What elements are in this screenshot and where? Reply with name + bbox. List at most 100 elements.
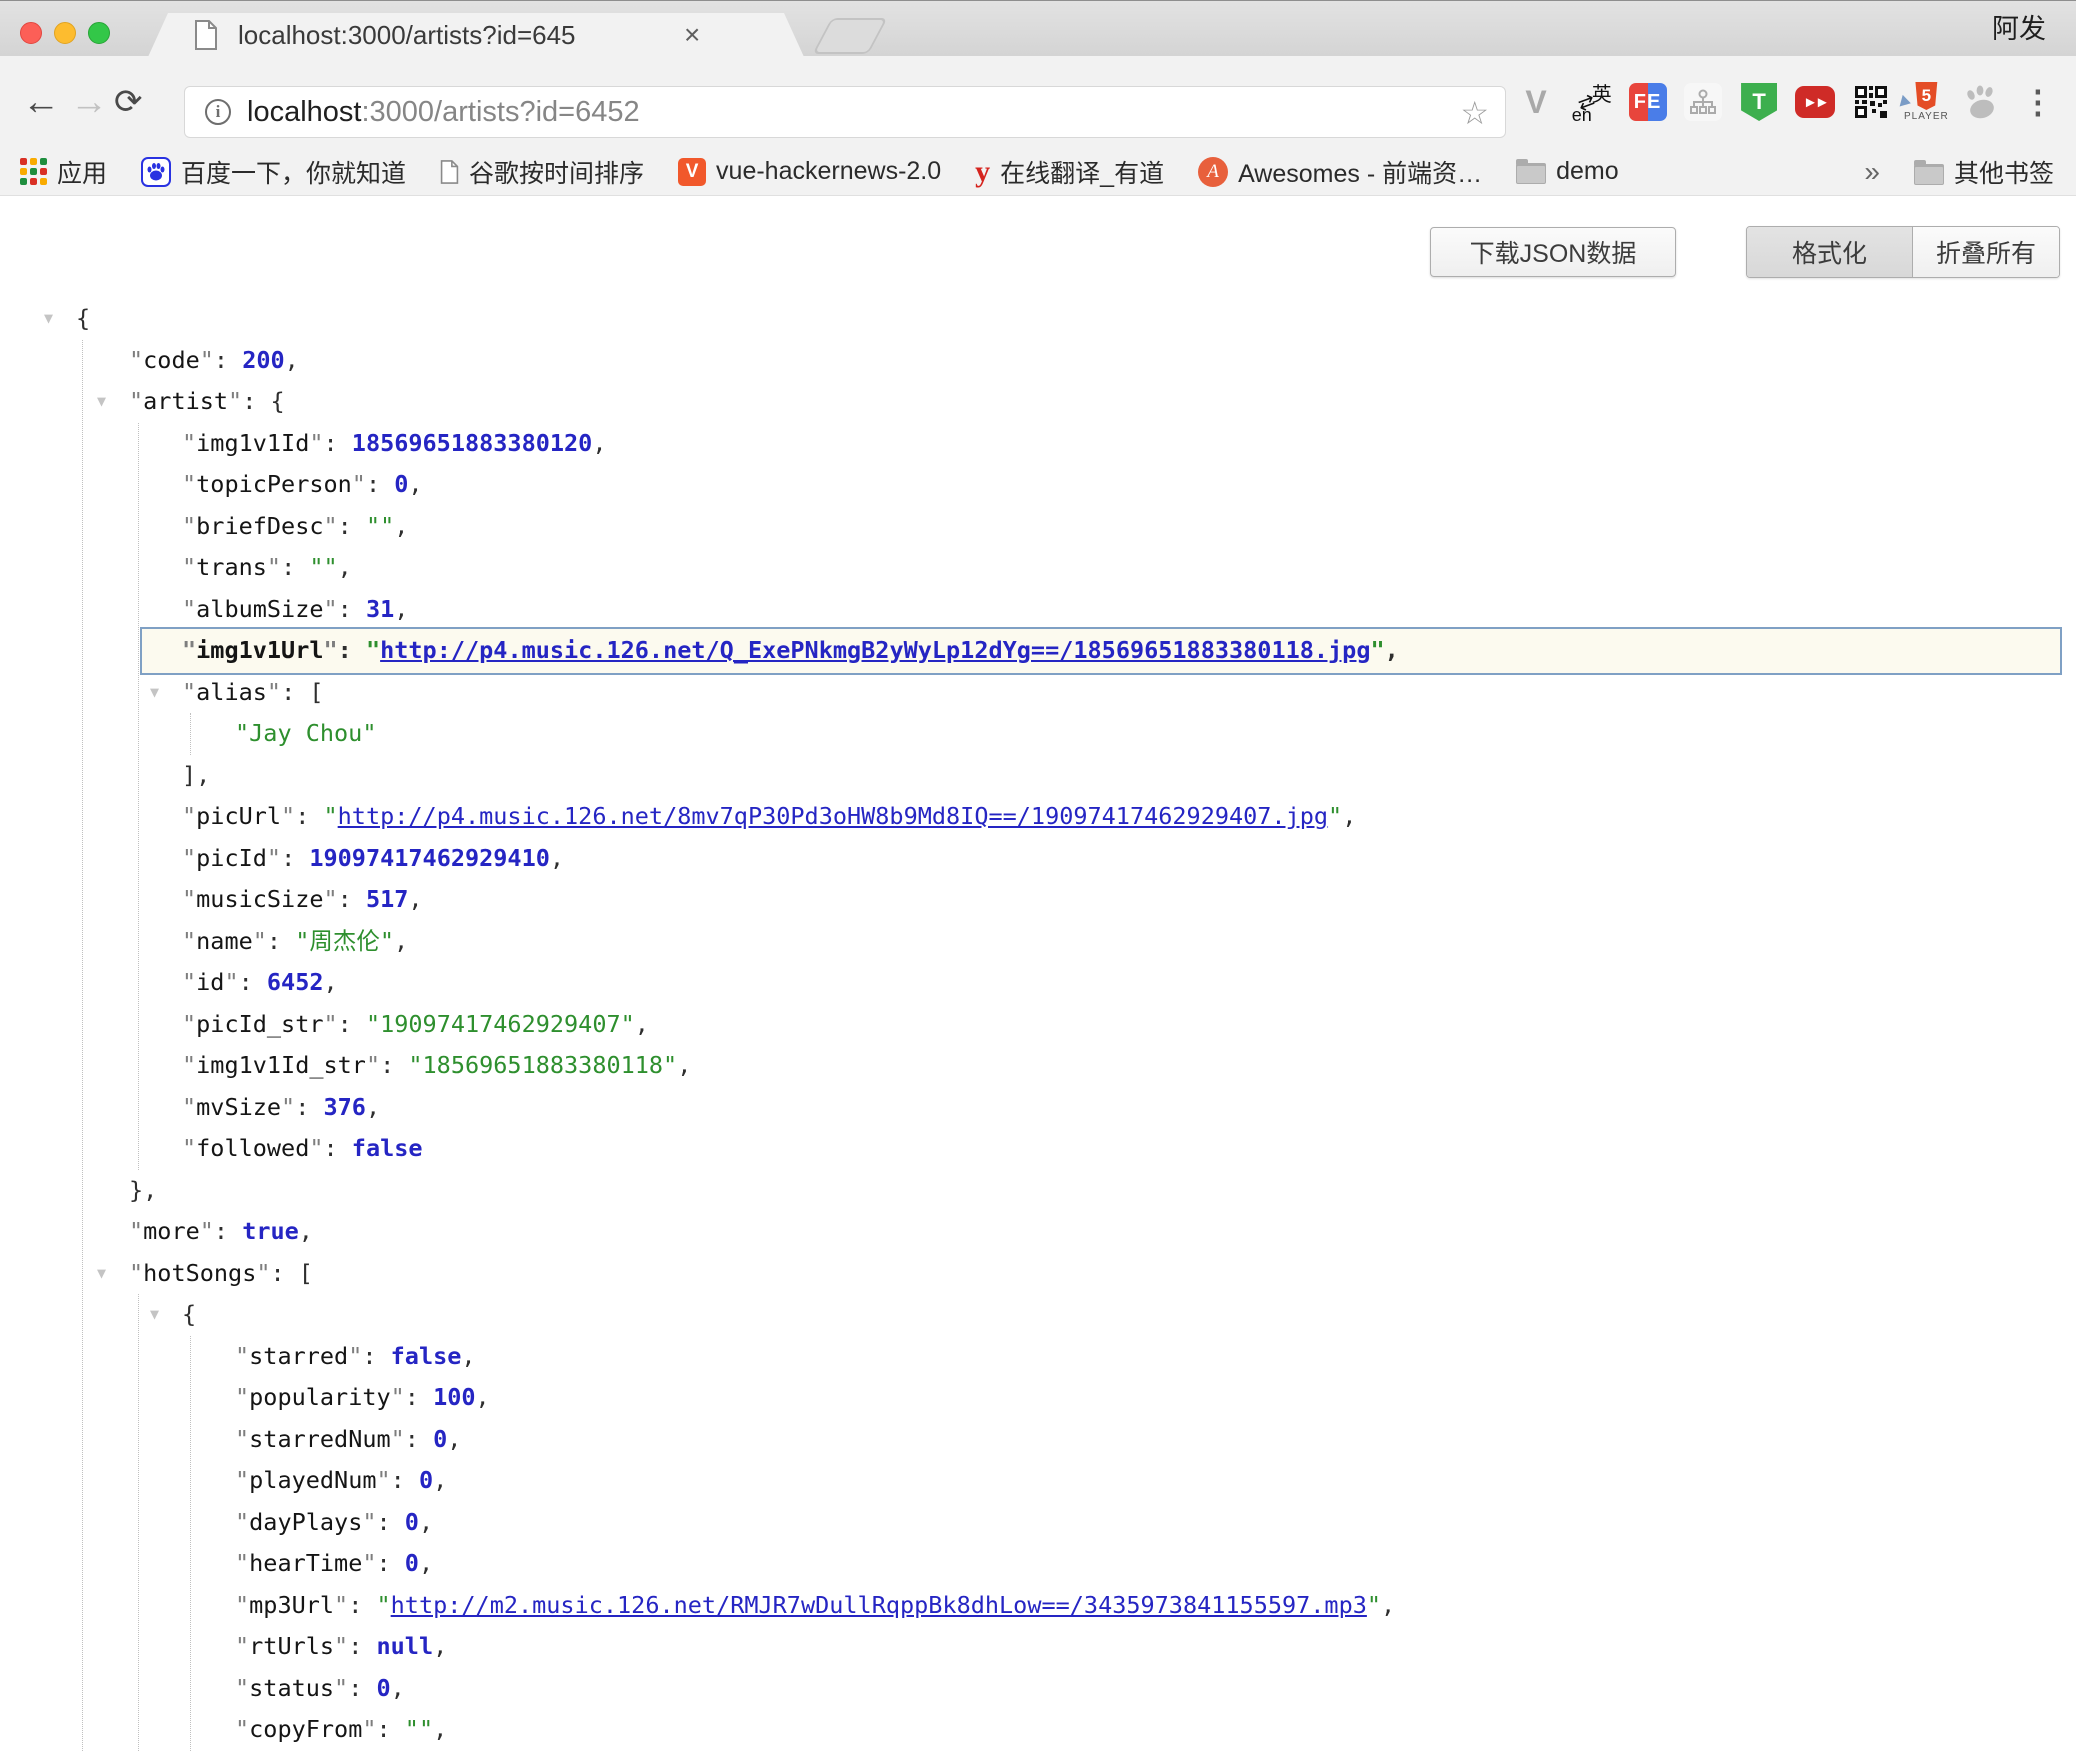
json-punctuation: ": [235, 1466, 249, 1494]
json-punctuation: ": [235, 1715, 249, 1743]
json-punctuation: :: [348, 1591, 376, 1619]
json-punctuation: ": [235, 1674, 249, 1702]
json-line: "img1v1Url": "http://p4.music.126.net/Q_…: [0, 630, 2076, 672]
collapse-triangle[interactable]: ▼: [150, 672, 159, 714]
json-punctuation: ": [235, 1383, 249, 1411]
collapse-triangle[interactable]: ▼: [44, 298, 53, 340]
json-key: dayPlays: [249, 1508, 362, 1536]
vue-icon: V: [678, 158, 706, 186]
json-punctuation: ,: [433, 1632, 447, 1660]
json-key: trans: [196, 553, 267, 581]
bookmarks-overflow-chevron[interactable]: »: [1864, 156, 1880, 188]
json-punctuation: ": [366, 636, 380, 664]
json-key: mvSize: [196, 1093, 281, 1121]
json-link[interactable]: http://p4.music.126.net/8mv7qP30Pd3oHW8b…: [338, 802, 1328, 830]
json-punctuation: ": [182, 885, 196, 913]
json-key: picId_str: [196, 1010, 323, 1038]
json-link[interactable]: http://p4.music.126.net/Q_ExePNkmgB2yWyL…: [380, 636, 1370, 664]
fast-forward-extension-icon[interactable]: ►►: [1795, 76, 1835, 128]
collapse-triangle[interactable]: ▼: [150, 1294, 159, 1336]
json-line: "hearTime": 0,: [0, 1543, 2076, 1585]
bookmark-item-youdao[interactable]: y 在线翻译_有道: [975, 154, 1164, 190]
json-punctuation: :: [267, 927, 295, 955]
json-punctuation: ": [1370, 636, 1384, 664]
profile-name[interactable]: 阿发: [1992, 1, 2046, 57]
json-line: "trans": "",: [0, 547, 2076, 589]
bookmark-star-icon[interactable]: ☆: [1460, 87, 1489, 139]
json-punctuation: ": [391, 1425, 405, 1453]
json-punctuation: ": [235, 1591, 249, 1619]
json-value: 376: [324, 1093, 366, 1121]
minimize-window-button[interactable]: [54, 22, 76, 44]
json-punctuation: ": [224, 968, 238, 996]
json-punctuation: ": [377, 1591, 391, 1619]
json-punctuation: ,: [433, 1466, 447, 1494]
back-button[interactable]: ←: [22, 56, 60, 148]
json-punctuation: :: [295, 802, 323, 830]
json-key: briefDesc: [196, 512, 323, 540]
json-punctuation: ": [200, 1217, 214, 1245]
download-json-button[interactable]: 下载JSON数据: [1430, 227, 1676, 277]
sitemap-extension-icon[interactable]: [1683, 76, 1723, 128]
json-punctuation: :: [281, 553, 309, 581]
paw-extension-icon[interactable]: [1962, 76, 2002, 128]
json-punctuation: ": [182, 470, 196, 498]
url-bar[interactable]: i localhost:3000/artists?id=6452 ☆: [184, 86, 1506, 138]
collapse-triangle[interactable]: ▼: [97, 1253, 106, 1295]
json-punctuation: ,: [419, 1549, 433, 1577]
json-viewer: ▼{"code": 200,▼"artist": {"img1v1Id": 18…: [0, 298, 2076, 1754]
json-punctuation: ": [182, 512, 196, 540]
url-text[interactable]: localhost:3000/artists?id=6452: [247, 96, 640, 129]
format-button[interactable]: 格式化: [1747, 227, 1913, 277]
json-key: status: [249, 1674, 334, 1702]
json-line: "copyFrom": "",: [0, 1709, 2076, 1751]
bookmark-item-vue-hackernews[interactable]: V vue-hackernews-2.0: [678, 157, 941, 186]
site-info-icon[interactable]: i: [205, 99, 231, 125]
json-punctuation: ": [182, 927, 196, 955]
close-window-button[interactable]: [20, 22, 42, 44]
json-punctuation: ,: [394, 927, 408, 955]
json-value: 31: [366, 595, 394, 623]
tab-close-icon[interactable]: ×: [684, 21, 700, 49]
collapse-triangle[interactable]: ▼: [97, 381, 106, 423]
json-key: picUrl: [196, 802, 281, 830]
new-tab-button[interactable]: [812, 18, 887, 54]
json-punctuation: ,: [391, 1674, 405, 1702]
qrcode-extension-icon[interactable]: [1851, 76, 1891, 128]
bookmark-other-folder[interactable]: 其他书签: [1914, 154, 2054, 190]
json-open-bracket: {: [182, 1300, 196, 1328]
json-link[interactable]: http://m2.music.126.net/RMJR7wDullRqppBk…: [391, 1591, 1367, 1619]
json-punctuation: ": [182, 636, 196, 664]
json-punctuation: ": [1328, 802, 1342, 830]
bookmark-item-google-sort[interactable]: 谷歌按时间排序: [440, 154, 644, 190]
browser-tab[interactable]: localhost:3000/artists?id=645 ×: [148, 13, 804, 57]
json-key: rtUrls: [249, 1632, 334, 1660]
html5-player-extension-icon[interactable]: 5 PLAYER: [1906, 76, 1946, 128]
json-line: "mvSize": 376,: [0, 1087, 2076, 1129]
json-punctuation: ": [267, 844, 281, 872]
translate-extension-icon[interactable]: 英 ⇄ en: [1572, 76, 1612, 128]
bookmark-item-baidu[interactable]: 百度一下，你就知道: [141, 154, 406, 190]
json-value: "18569651883380118": [408, 1051, 677, 1079]
reload-button[interactable]: ⟳: [114, 56, 143, 148]
fehelper-extension-icon[interactable]: FE: [1628, 76, 1668, 128]
navigation-toolbar: ← → ⟳ i localhost:3000/artists?id=6452 ☆…: [0, 56, 2076, 148]
bookmark-item-apps[interactable]: 应用: [20, 154, 107, 190]
json-punctuation: ,: [677, 1051, 691, 1079]
vue-devtools-extension-icon[interactable]: V: [1516, 76, 1556, 128]
bookmark-item-demo[interactable]: demo: [1516, 157, 1619, 186]
json-key: mp3Url: [249, 1591, 334, 1619]
json-value: 18569651883380120: [352, 429, 593, 457]
json-punctuation: ": [267, 678, 281, 706]
json-punctuation: :: [380, 1051, 408, 1079]
zoom-window-button[interactable]: [88, 22, 110, 44]
tampermonkey-extension-icon[interactable]: T: [1739, 76, 1779, 128]
collapse-all-button[interactable]: 折叠所有: [1913, 227, 2059, 277]
json-line: ▼"alias": [: [0, 672, 2076, 714]
json-value: "周杰伦": [295, 927, 394, 955]
browser-menu-icon[interactable]: ⋮: [2018, 76, 2058, 128]
json-punctuation: ": [281, 1093, 295, 1121]
bookmark-item-awesomes[interactable]: A Awesomes - 前端资…: [1198, 154, 1482, 190]
json-punctuation: ,: [324, 968, 338, 996]
json-line: "code": 200,: [0, 340, 2076, 382]
